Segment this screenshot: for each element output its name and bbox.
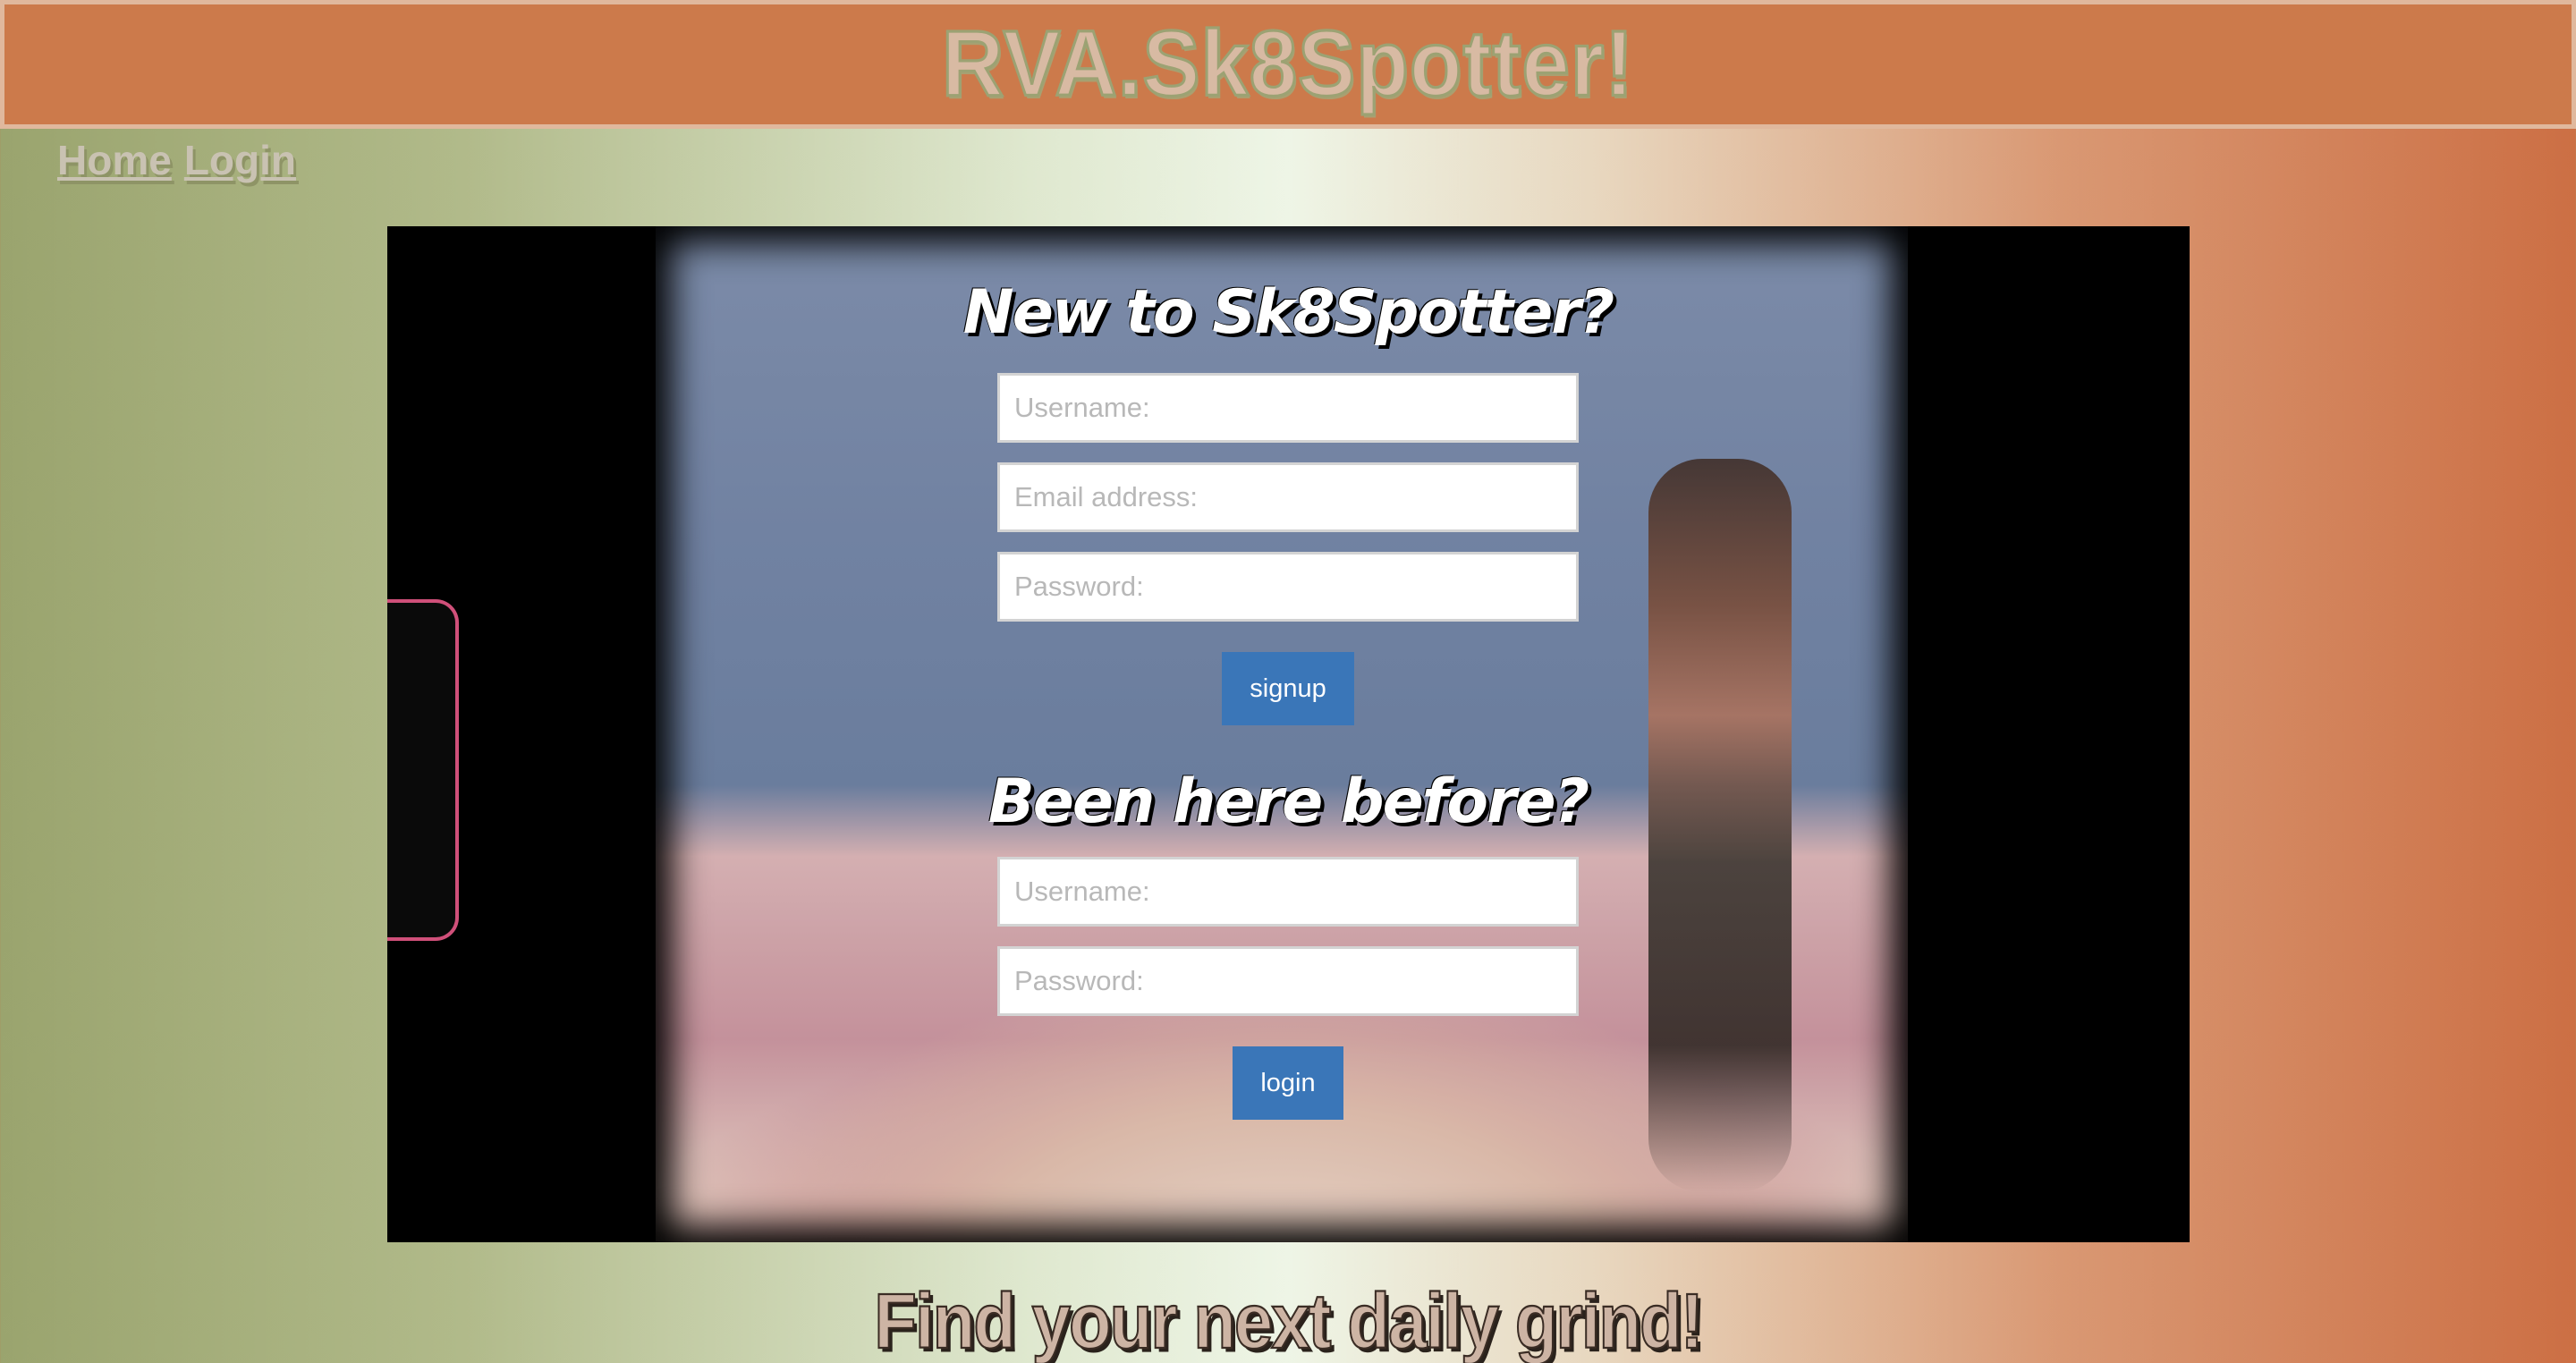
login-username-input[interactable] bbox=[997, 857, 1579, 927]
signup-email-input[interactable] bbox=[997, 462, 1579, 532]
skater-figure bbox=[1648, 459, 1792, 1192]
main-nav: Home Login bbox=[57, 136, 296, 184]
site-header: RVA.Sk8Spotter! bbox=[0, 0, 2576, 129]
login-password-input[interactable] bbox=[997, 946, 1579, 1016]
signup-button[interactable]: signup bbox=[1222, 652, 1354, 725]
login-button[interactable]: login bbox=[1233, 1046, 1343, 1120]
nav-login-link[interactable]: Login bbox=[184, 136, 296, 184]
phone-edge-decoration bbox=[387, 599, 459, 941]
signup-heading: New to Sk8Spotter? bbox=[962, 277, 1614, 348]
nav-home-link[interactable]: Home bbox=[57, 136, 172, 184]
footer-tagline: Find your next daily grind! bbox=[873, 1276, 1704, 1363]
site-title: RVA.Sk8Spotter! bbox=[940, 11, 1635, 117]
signup-username-input[interactable] bbox=[997, 373, 1579, 443]
login-heading: Been here before? bbox=[987, 766, 1589, 837]
signup-password-input[interactable] bbox=[997, 552, 1579, 622]
auth-forms: New to Sk8Spotter? signup Been here befo… bbox=[963, 277, 1614, 1120]
